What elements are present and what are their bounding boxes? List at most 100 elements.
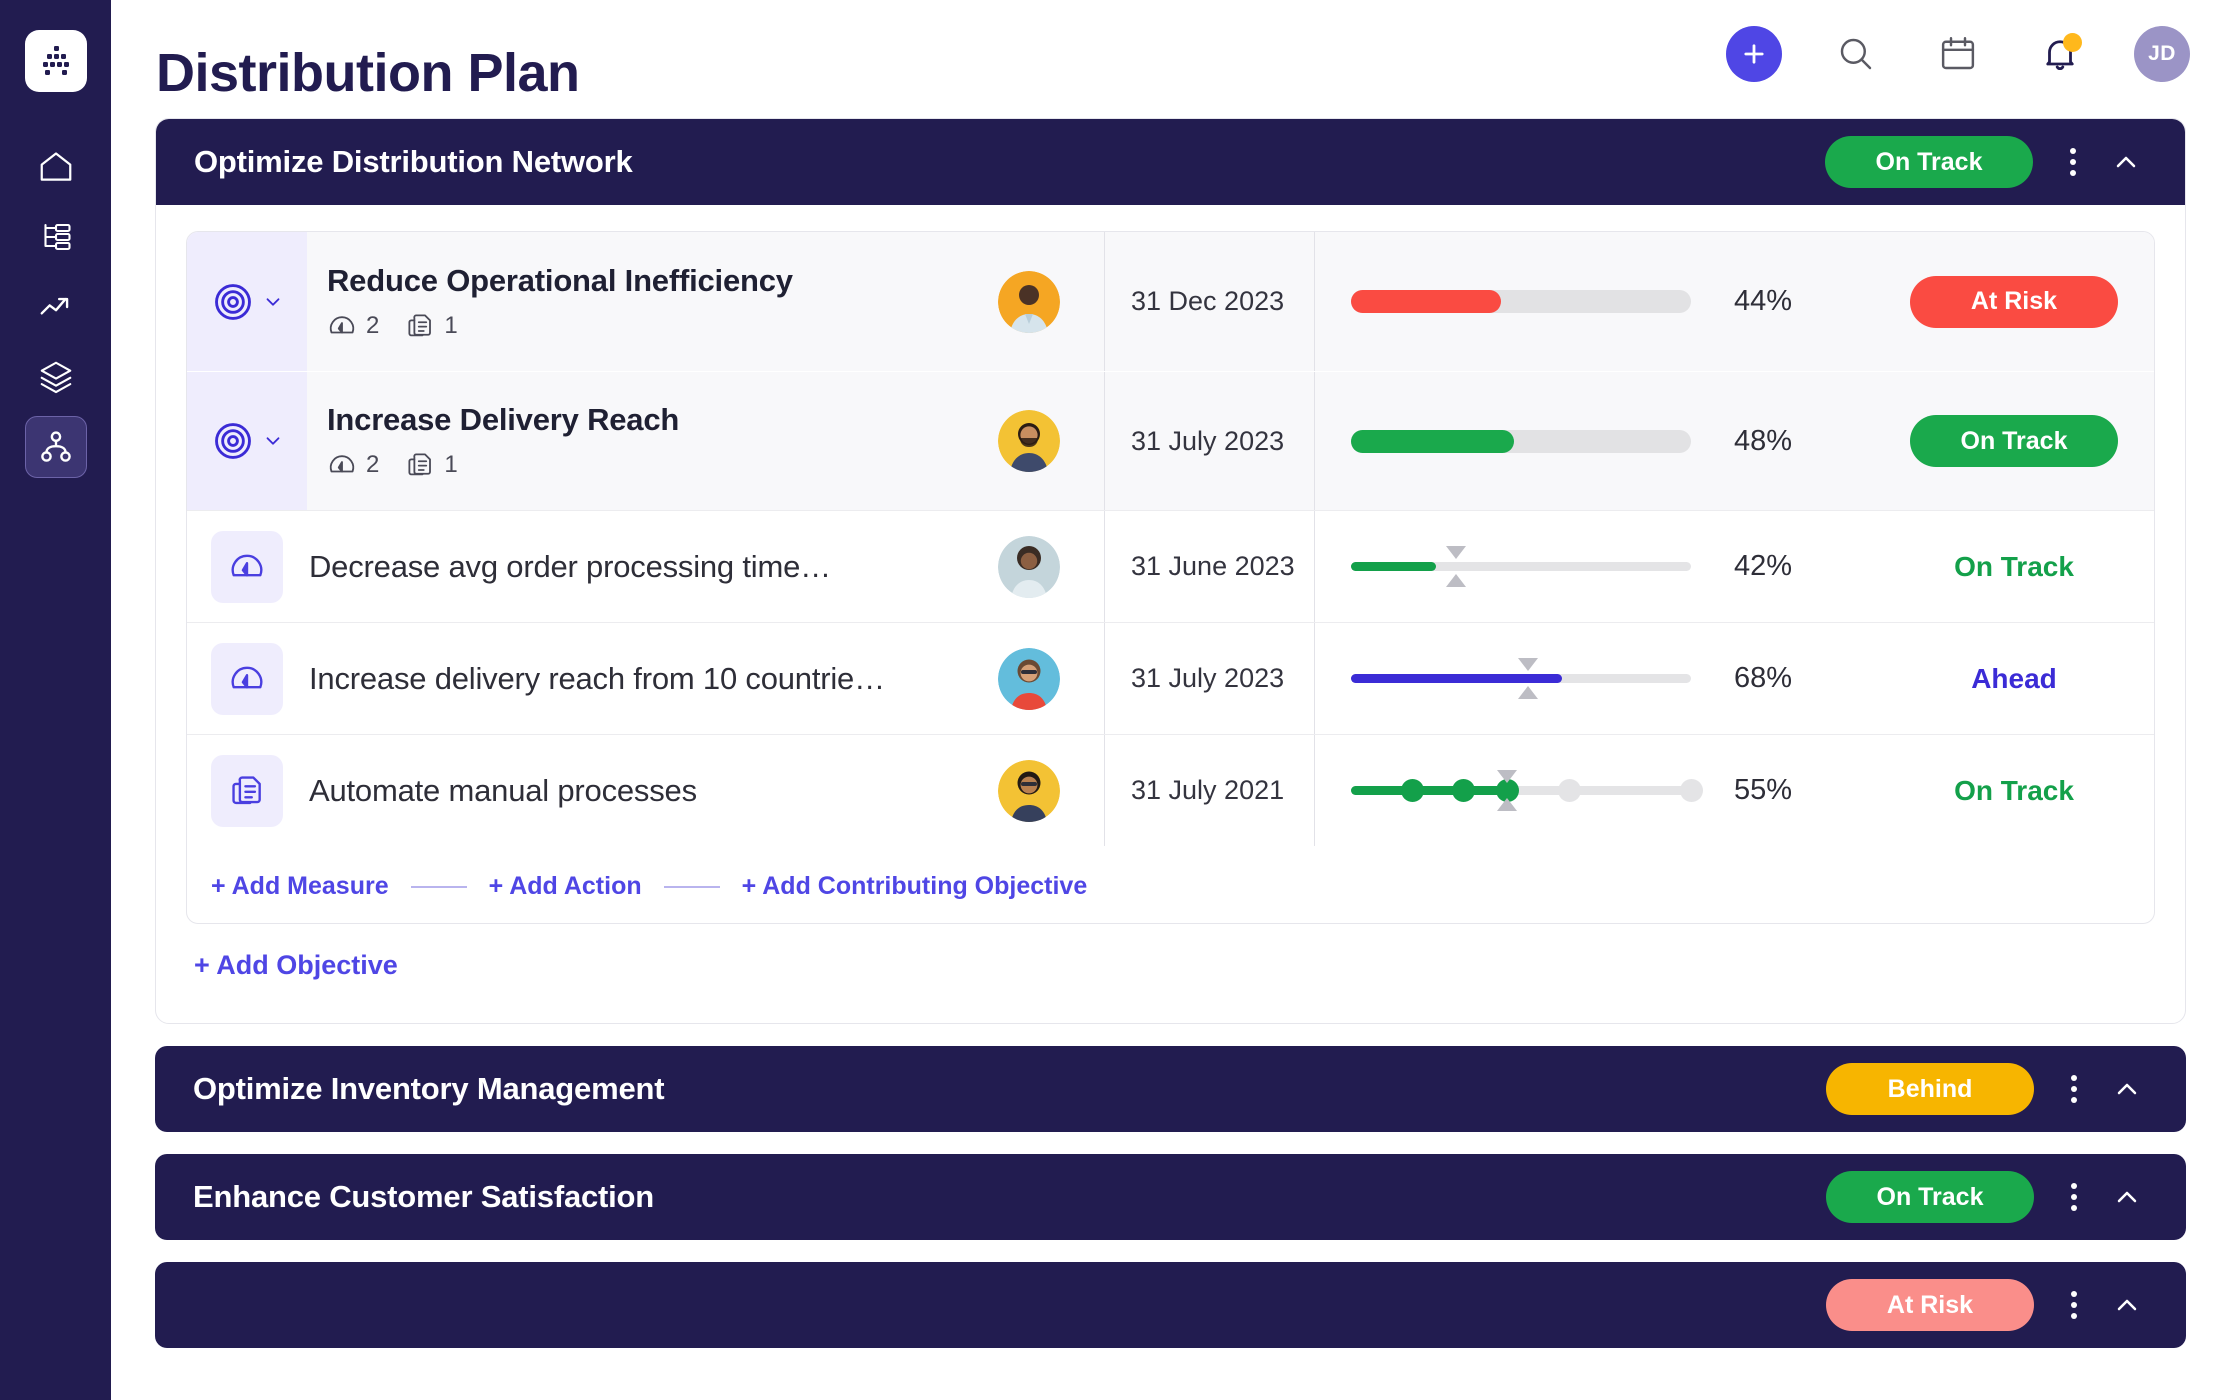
goal-card-2[interactable]: Enhance Customer Satisfaction On Track [155, 1154, 2186, 1240]
network-nodes-logo-icon [42, 46, 69, 75]
objective-name: Reduce Operational Inefficiency [327, 262, 793, 298]
objective-row[interactable]: Reduce Operational Inefficiency 2 1 31 D… [187, 232, 2154, 371]
action-row[interactable]: Automate manual processes 31 July 2021 5… [187, 734, 2154, 846]
add-contributing-objective-link[interactable]: + Add Contributing Objective [742, 872, 1088, 901]
home-icon [40, 152, 71, 181]
actions-count-group: 1 [405, 450, 458, 480]
action-doc-icon [408, 453, 432, 476]
milestone-dot[interactable] [1680, 779, 1703, 802]
avatar[interactable] [998, 759, 1060, 822]
action-doc-icon [408, 313, 432, 336]
chevron-up-icon [2117, 1083, 2137, 1095]
measures-count: 2 [366, 451, 380, 478]
progress-bar-fill [1351, 290, 1501, 313]
goal-collapse-button[interactable] [2098, 1279, 2156, 1331]
status-label: On Track [1954, 550, 2074, 582]
search-button[interactable] [1828, 26, 1884, 82]
objective-type-tile[interactable] [187, 232, 307, 371]
goal-body-0: Reduce Operational Inefficiency 2 1 31 D… [156, 205, 2185, 1023]
owner-cell [954, 647, 1104, 710]
due-date: 31 July 2023 [1131, 663, 1285, 693]
status-label: On Track [1954, 774, 2074, 806]
goal-header-0[interactable]: Optimize Distribution Network On Track [156, 119, 2185, 205]
goal-menu-button[interactable] [2049, 136, 2097, 188]
avatar[interactable] [998, 410, 1060, 472]
goal-status-badge[interactable]: Behind [1826, 1063, 2034, 1115]
add-objective-link[interactable]: + Add Objective [186, 924, 398, 1005]
milestone-dot[interactable] [1401, 779, 1425, 802]
goal-collapse-button[interactable] [2098, 1063, 2156, 1115]
gauge-icon [329, 455, 355, 473]
goal-collapse-button[interactable] [2098, 1171, 2156, 1223]
measures-count: 2 [366, 311, 380, 339]
calendar-button[interactable] [1930, 26, 1986, 82]
owner-cell [954, 270, 1104, 333]
sidebar-item-performance[interactable] [25, 276, 87, 338]
goal-card-3[interactable]: At Risk [155, 1262, 2186, 1348]
due-date: 31 July 2021 [1131, 775, 1285, 805]
calendar-icon [1941, 37, 1975, 70]
chevron-down-icon[interactable] [262, 291, 284, 313]
actions-count-group: 1 [405, 311, 458, 341]
progress-bar[interactable] [1351, 290, 1691, 313]
due-date: 31 Dec 2023 [1131, 286, 1285, 316]
measure-type-tile[interactable] [211, 642, 283, 715]
objective-type-tile[interactable] [187, 372, 307, 510]
goal-menu-button[interactable] [2050, 1063, 2098, 1115]
slider-fill [1351, 562, 1436, 571]
milestone-slider[interactable] [1351, 770, 1703, 811]
avatar[interactable] [998, 535, 1060, 598]
sidebar-item-layers[interactable] [25, 346, 87, 408]
milestone-dot[interactable] [1557, 779, 1581, 802]
goal-menu-button[interactable] [2050, 1279, 2098, 1331]
actions-count: 1 [444, 311, 458, 339]
measure-row[interactable]: Increase delivery reach from 10 countrie… [187, 622, 2154, 734]
add-button[interactable] [1726, 26, 1782, 82]
add-action-link[interactable]: + Add Action [489, 872, 642, 901]
status-badge[interactable]: On Track [1910, 415, 2118, 467]
avatar[interactable] [998, 647, 1060, 710]
topbar: Distribution Plan JD [111, 0, 2230, 118]
goal-menu-button[interactable] [2050, 1171, 2098, 1223]
sidebar-item-plans[interactable] [25, 206, 87, 268]
notifications-button[interactable] [2032, 26, 2088, 82]
sidebar-item-home[interactable] [25, 136, 87, 198]
trending-up-icon [40, 297, 68, 315]
status-label: Ahead [1971, 662, 2057, 694]
main-area: Distribution Plan JD Optimize Distributi… [111, 0, 2230, 1400]
progress-percent: 48% [1734, 424, 1793, 457]
status-cell: On Track [1884, 775, 2154, 807]
due-date: 31 July 2023 [1131, 425, 1285, 456]
status-badge[interactable]: At Risk [1910, 275, 2118, 328]
progress-slider[interactable] [1351, 546, 1691, 587]
goal-title: Enhance Customer Satisfaction [193, 1179, 655, 1214]
add-measure-link[interactable]: + Add Measure [211, 872, 389, 901]
action-type-tile[interactable] [211, 754, 283, 827]
avatar[interactable] [998, 270, 1060, 333]
page-title: Distribution Plan [156, 43, 580, 103]
status-cell: At Risk [1884, 275, 2154, 328]
objective-row[interactable]: Increase Delivery Reach 2 1 31 July 2023… [187, 371, 2154, 510]
sidebar-item-alignment[interactable] [24, 416, 87, 478]
goal-card-1[interactable]: Optimize Inventory Management Behind [155, 1046, 2186, 1132]
app-logo[interactable] [24, 30, 87, 92]
status-cell: Ahead [1884, 663, 2154, 695]
measure-type-tile[interactable] [211, 530, 283, 603]
status-cell: On Track [1884, 415, 2154, 467]
goal-collapse-button[interactable] [2097, 136, 2155, 188]
goal-status-badge[interactable]: On Track [1826, 1171, 2034, 1223]
milestone-dot[interactable] [1452, 779, 1476, 802]
progress-slider[interactable] [1351, 658, 1691, 699]
status-cell: On Track [1884, 551, 2154, 583]
target-marker-top [1497, 770, 1518, 783]
action-doc-icon [232, 775, 261, 804]
measures-count-group: 2 [327, 450, 379, 480]
progress-bar[interactable] [1351, 429, 1691, 453]
goal-status-badge[interactable]: At Risk [1826, 1279, 2034, 1331]
user-avatar[interactable]: JD [2134, 26, 2190, 82]
measure-row[interactable]: Decrease avg order processing time… 31 J… [187, 510, 2154, 622]
goal-status-badge[interactable]: On Track [1825, 136, 2033, 188]
plus-icon [1744, 44, 1764, 64]
owner-cell [954, 535, 1104, 598]
chevron-down-icon[interactable] [262, 430, 284, 452]
